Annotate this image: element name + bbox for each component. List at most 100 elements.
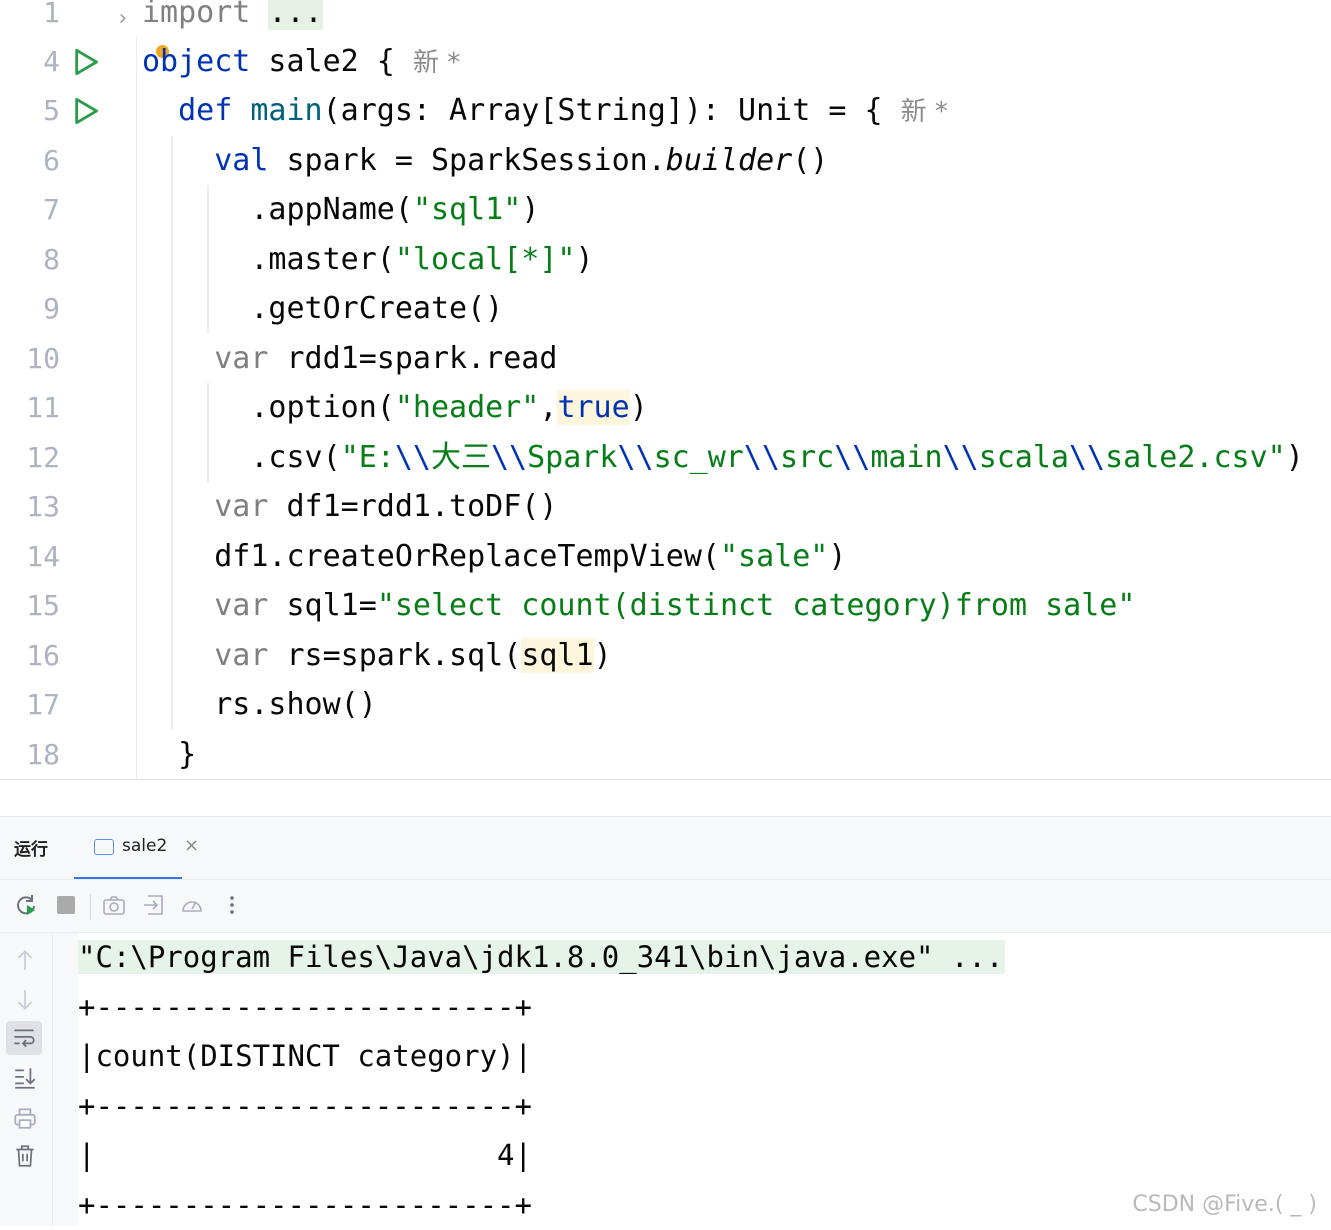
code-text: var rdd1=spark.read (142, 334, 557, 384)
author-hint: 新 * (900, 97, 948, 127)
run-panel-title: 运行 (14, 840, 48, 860)
code-token: sql1 (521, 638, 594, 673)
console-side-toolbar (0, 933, 53, 1226)
console-text: |count(DISTINCT category)| (78, 1039, 532, 1073)
profiler-icon[interactable] (180, 893, 204, 917)
line-number: 11 (26, 391, 60, 424)
code-token: 大三 (431, 440, 491, 475)
code-token: scala (978, 440, 1069, 475)
run-gutter-icon[interactable] (72, 48, 100, 76)
code-line[interactable]: 6 val spark = SparkSession.builder() (0, 136, 1331, 186)
code-token: ) (593, 638, 612, 673)
code-line[interactable]: 16 var rs=spark.sql(sql1) (0, 631, 1331, 681)
code-editor[interactable]: 1 › import ... 4 object sale2 { 新 * 5 def mai… (0, 0, 1331, 780)
arrow-up-icon[interactable] (12, 947, 38, 973)
console-text: +------------------------+ (78, 989, 532, 1024)
code-token: "sql1" (412, 192, 522, 227)
soft-wrap-icon (14, 1029, 35, 1048)
console-command-line: "C:\Program Files\Java\jdk1.8.0_341\bin\… (78, 933, 1006, 982)
code-token: src (780, 440, 835, 475)
tab-sale2[interactable]: sale2 (74, 817, 182, 880)
console-output-line: +------------------------+ (78, 1181, 532, 1230)
console-text: +------------------------+ (78, 1088, 532, 1123)
code-text: var sql1="select count(distinct category… (142, 581, 1135, 631)
code-token: .appName( (142, 192, 413, 227)
line-number: 10 (26, 342, 60, 375)
rerun-icon[interactable] (14, 893, 38, 917)
indent-guide (207, 383, 209, 482)
code-token: spark = SparkSession. (268, 143, 666, 178)
code-token: import (142, 0, 251, 30)
code-token: ) (521, 192, 540, 227)
code-token: object (142, 44, 251, 79)
code-text: .master("local[*]") (142, 235, 593, 285)
line-number: 15 (26, 589, 60, 622)
code-line[interactable]: 8 .master("local[*]") (0, 235, 1331, 285)
more-options-icon[interactable] (220, 893, 244, 917)
code-token: main (250, 93, 323, 128)
print-icon[interactable] (12, 1105, 38, 1131)
toolbar-separator (90, 894, 91, 920)
code-text: val spark = SparkSession.builder() (142, 136, 828, 186)
code-token: "header" (394, 390, 540, 425)
code-token: df1=rdd1.toDF() (268, 489, 558, 524)
soft-wrap-toggle[interactable] (6, 1021, 42, 1055)
code-token: , (539, 390, 558, 425)
code-text: .getOrCreate() (142, 284, 503, 334)
line-number: 7 (43, 193, 60, 226)
code-text: object sale2 { 新 * (142, 37, 460, 88)
code-line[interactable]: 4 object sale2 { 新 * (0, 37, 1331, 87)
code-text: import ... (142, 0, 323, 38)
run-gutter-icon[interactable] (72, 97, 100, 125)
console-output-line: +------------------------+ (78, 1082, 532, 1131)
close-tab-icon[interactable]: × (184, 835, 199, 856)
code-line[interactable]: 12 .csv("E:\\大三\\Spark\\sc_wr\\src\\main… (0, 433, 1331, 483)
trash-icon[interactable] (12, 1143, 38, 1169)
indent-guide (207, 185, 209, 333)
camera-icon[interactable] (102, 893, 126, 917)
tab-label: sale2 (122, 836, 168, 856)
code-line[interactable]: 5 def main(args: Array[String]): Unit = … (0, 86, 1331, 136)
arrow-down-icon[interactable] (12, 987, 38, 1013)
code-token: rs=spark.sql( (268, 638, 522, 673)
code-text: var rs=spark.sql(sql1) (142, 631, 612, 681)
code-token: "local[*]" (394, 242, 576, 277)
code-line[interactable]: 10 var rdd1=spark.read (0, 334, 1331, 384)
console-output[interactable]: "C:\Program Files\Java\jdk1.8.0_341\bin\… (78, 933, 1331, 1226)
code-token: def (178, 93, 233, 128)
line-number: 1 (43, 0, 60, 29)
scroll-to-end-icon[interactable] (12, 1065, 38, 1091)
code-line[interactable]: 9 .getOrCreate() (0, 284, 1331, 334)
code-line[interactable]: 14 df1.createOrReplaceTempView("sale") (0, 532, 1331, 582)
line-number: 18 (26, 738, 60, 771)
panel-gap (0, 780, 1331, 816)
stop-icon[interactable] (54, 893, 78, 917)
fold-arrow-icon[interactable]: › (116, 4, 129, 34)
import-icon[interactable] (142, 893, 166, 917)
code-token: true (557, 390, 630, 425)
code-text: rs.show() (142, 680, 377, 730)
code-token: () (792, 143, 829, 178)
code-token: ) (629, 390, 648, 425)
run-tab-bar: 运行 sale2 × (0, 817, 1331, 880)
code-line[interactable]: 11 .option("header",true) (0, 383, 1331, 433)
code-token: ) (828, 539, 847, 574)
code-line[interactable]: 18 } (0, 730, 1331, 780)
code-token: var (214, 341, 269, 376)
code-line[interactable]: 17 rs.show() (0, 680, 1331, 730)
code-token: \\ (394, 440, 431, 475)
line-number: 13 (26, 490, 60, 523)
code-line[interactable]: 13 var df1=rdd1.toDF() (0, 482, 1331, 532)
code-token: sale2 { (250, 44, 413, 79)
line-number: 17 (26, 688, 60, 721)
code-line[interactable]: 1 › import ... (0, 0, 1331, 38)
code-token: \\ (617, 440, 654, 475)
code-token: var (214, 588, 269, 623)
code-token: "sale" (719, 539, 829, 574)
code-line[interactable]: 7 .appName("sql1") (0, 185, 1331, 235)
run-toolbar (0, 879, 1331, 933)
code-line[interactable]: 15 var sql1="select count(distinct categ… (0, 581, 1331, 631)
code-token: .getOrCreate() (142, 291, 504, 326)
